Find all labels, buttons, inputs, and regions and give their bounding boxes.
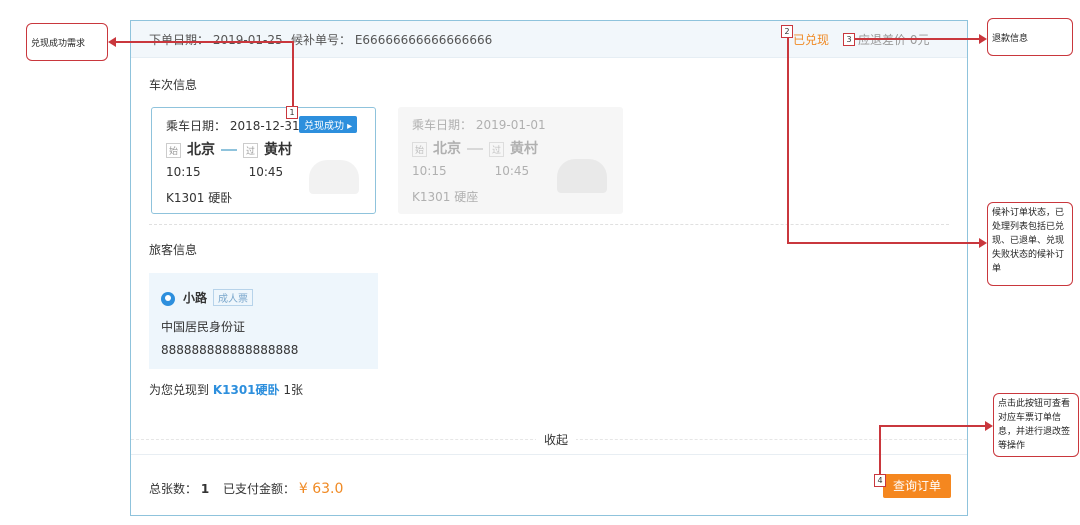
paid-amount: 已支付金额： ¥ 63.0: [223, 481, 344, 497]
ticket-type-badge: 成人票: [213, 289, 254, 306]
ticket-train: K1301 硬座: [412, 190, 479, 204]
train-info-title: 车次信息: [149, 78, 198, 92]
annotation-refund-info: 退款信息: [987, 18, 1073, 56]
ticket-date: 乘车日期： 2019-01-01: [412, 118, 546, 132]
ticket-times: 10:15 10:45: [166, 165, 284, 179]
id-type: 中国居民身份证: [161, 320, 246, 334]
arrow-right-icon: [985, 421, 993, 431]
ticket-route: 始北京过黄村: [166, 139, 292, 159]
order-number: 候补单号： E66666666666666666: [291, 33, 493, 47]
annotation-number: 4: [874, 474, 886, 487]
redeem-confirmation: 为您兑现到 K1301硬卧 1张: [149, 383, 303, 397]
ticket-train: K1301 硬卧: [166, 191, 233, 205]
via-tag: 过: [243, 142, 259, 158]
annotation-redeem-demand: 兑现成功需求: [26, 23, 108, 61]
annotation-line: [292, 41, 294, 107]
annotation-order-status: 候补订单状态，已处理列表包括已兑现、已退单、兑现失败状态的候补订单: [987, 202, 1073, 286]
divider: [149, 224, 949, 225]
annotation-number: 3: [843, 33, 855, 46]
passenger-name: 小路 成人票: [161, 289, 254, 306]
ticket-card-1[interactable]: 乘车日期： 2018-12-31 兑现成功 ▸ 始北京过黄村 10:15 10:4…: [151, 107, 376, 214]
arrow-left-icon: [108, 37, 116, 47]
arrow-right-icon: [979, 34, 987, 44]
train-watermark-icon: [309, 160, 359, 194]
via-tag: 过: [489, 141, 505, 157]
annotation-number: 1: [286, 106, 298, 119]
ticket-card-2: 乘车日期： 2019-01-01 始北京过黄村 10:15 10:45 K1301…: [398, 107, 623, 214]
collapse-button[interactable]: 收起: [536, 431, 577, 448]
order-date: 下单日期： 2019-01-25: [149, 33, 283, 47]
redeem-success-badge[interactable]: 兑现成功 ▸: [299, 116, 358, 133]
arrow-icon: [467, 148, 484, 150]
annotation-line: [879, 425, 881, 475]
annotation-line: [787, 242, 979, 244]
arrow-icon: [221, 149, 238, 151]
order-footer: 总张数： 1 已支付金额： ¥ 63.0 查询订单: [131, 454, 967, 517]
ticket-date: 乘车日期： 2018-12-31: [166, 119, 300, 133]
passenger-info-title: 旅客信息: [149, 243, 198, 257]
annotation-query-button: 点击此按钮可查看对应车票订单信息，并进行退改签等操作: [993, 393, 1079, 457]
id-number: 888888888888888888: [161, 343, 299, 357]
annotation-line: [116, 41, 293, 43]
annotation-line: [879, 425, 985, 427]
passenger-card: 小路 成人票 中国居民身份证 888888888888888888: [149, 273, 378, 369]
train-watermark-icon: [557, 159, 607, 193]
redeemed-train: K1301硬卧: [212, 383, 280, 397]
start-tag: 始: [412, 141, 428, 157]
user-icon: [161, 291, 175, 306]
order-header: 下单日期： 2019-01-25 候补单号： E6666666666666666…: [131, 21, 967, 58]
ticket-times: 10:15 10:45: [412, 164, 530, 178]
query-order-button[interactable]: 查询订单: [883, 474, 951, 498]
start-tag: 始: [166, 142, 182, 158]
annotation-line: [787, 37, 789, 243]
order-status: 已兑现: [793, 33, 830, 47]
ticket-route: 始北京过黄村: [412, 138, 538, 158]
annotation-line: [855, 38, 979, 40]
order-panel: 下单日期： 2019-01-25 候补单号： E6666666666666666…: [130, 20, 968, 516]
total-count: 总张数： 1: [149, 482, 210, 496]
arrow-right-icon: [979, 238, 987, 248]
